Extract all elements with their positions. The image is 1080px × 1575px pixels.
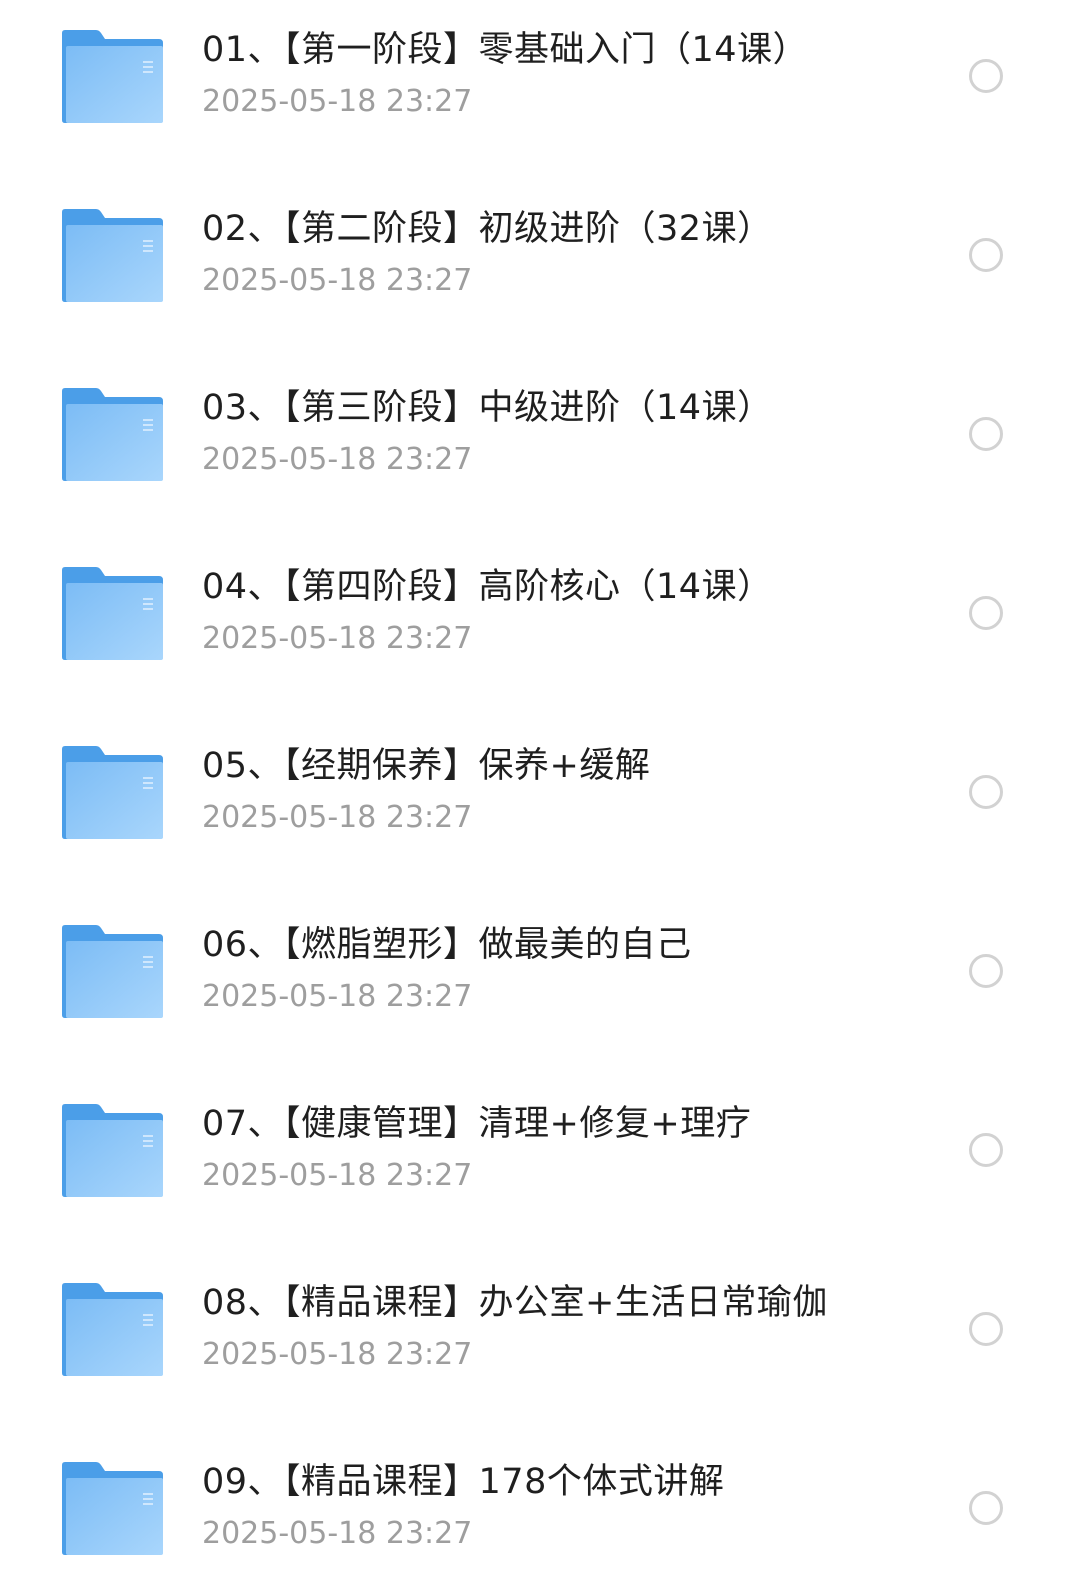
folder-icon xyxy=(62,746,163,839)
list-item[interactable]: 01、【第一阶段】零基础入门（14课） 2025-05-18 23:27 xyxy=(0,0,1080,179)
folder-date: 2025-05-18 23:27 xyxy=(202,1337,473,1372)
folder-icon xyxy=(62,925,163,1018)
select-radio[interactable] xyxy=(969,954,1003,988)
file-list: 01、【第一阶段】零基础入门（14课） 2025-05-18 23:27 02、… xyxy=(0,0,1080,1575)
folder-title: 03、【第三阶段】中级进阶（14课） xyxy=(202,388,773,428)
folder-date: 2025-05-18 23:27 xyxy=(202,84,473,119)
folder-icon xyxy=(62,567,163,660)
select-radio[interactable] xyxy=(969,1491,1003,1525)
folder-icon xyxy=(62,388,163,481)
folder-icon xyxy=(62,1462,163,1555)
folder-icon xyxy=(62,30,163,123)
list-item[interactable]: 05、【经期保养】保养+缓解 2025-05-18 23:27 xyxy=(0,716,1080,895)
folder-title: 02、【第二阶段】初级进阶（32课） xyxy=(202,209,773,249)
folder-icon xyxy=(62,209,163,302)
list-item[interactable]: 03、【第三阶段】中级进阶（14课） 2025-05-18 23:27 xyxy=(0,358,1080,537)
select-radio[interactable] xyxy=(969,1312,1003,1346)
select-radio[interactable] xyxy=(969,59,1003,93)
list-item[interactable]: 07、【健康管理】清理+修复+理疗 2025-05-18 23:27 xyxy=(0,1074,1080,1253)
folder-date: 2025-05-18 23:27 xyxy=(202,800,473,835)
folder-date: 2025-05-18 23:27 xyxy=(202,442,473,477)
folder-date: 2025-05-18 23:27 xyxy=(202,1158,473,1193)
folder-icon xyxy=(62,1283,163,1376)
list-item[interactable]: 04、【第四阶段】高阶核心（14课） 2025-05-18 23:27 xyxy=(0,537,1080,716)
folder-icon xyxy=(62,1104,163,1197)
folder-date: 2025-05-18 23:27 xyxy=(202,1516,473,1551)
list-item[interactable]: 02、【第二阶段】初级进阶（32课） 2025-05-18 23:27 xyxy=(0,179,1080,358)
select-radio[interactable] xyxy=(969,417,1003,451)
folder-title: 05、【经期保养】保养+缓解 xyxy=(202,746,651,786)
select-radio[interactable] xyxy=(969,596,1003,630)
folder-title: 06、【燃脂塑形】做最美的自己 xyxy=(202,925,692,965)
folder-date: 2025-05-18 23:27 xyxy=(202,621,473,656)
list-item[interactable]: 09、【精品课程】178个体式讲解 2025-05-18 23:27 xyxy=(0,1432,1080,1575)
folder-title: 07、【健康管理】清理+修复+理疗 xyxy=(202,1104,752,1144)
folder-title: 01、【第一阶段】零基础入门（14课） xyxy=(202,30,809,70)
folder-title: 08、【精品课程】办公室+生活日常瑜伽 xyxy=(202,1283,828,1323)
list-item[interactable]: 06、【燃脂塑形】做最美的自己 2025-05-18 23:27 xyxy=(0,895,1080,1074)
folder-title: 09、【精品课程】178个体式讲解 xyxy=(202,1462,725,1502)
list-item[interactable]: 08、【精品课程】办公室+生活日常瑜伽 2025-05-18 23:27 xyxy=(0,1253,1080,1432)
folder-date: 2025-05-18 23:27 xyxy=(202,263,473,298)
folder-title: 04、【第四阶段】高阶核心（14课） xyxy=(202,567,773,607)
select-radio[interactable] xyxy=(969,775,1003,809)
select-radio[interactable] xyxy=(969,1133,1003,1167)
folder-date: 2025-05-18 23:27 xyxy=(202,979,473,1014)
select-radio[interactable] xyxy=(969,238,1003,272)
